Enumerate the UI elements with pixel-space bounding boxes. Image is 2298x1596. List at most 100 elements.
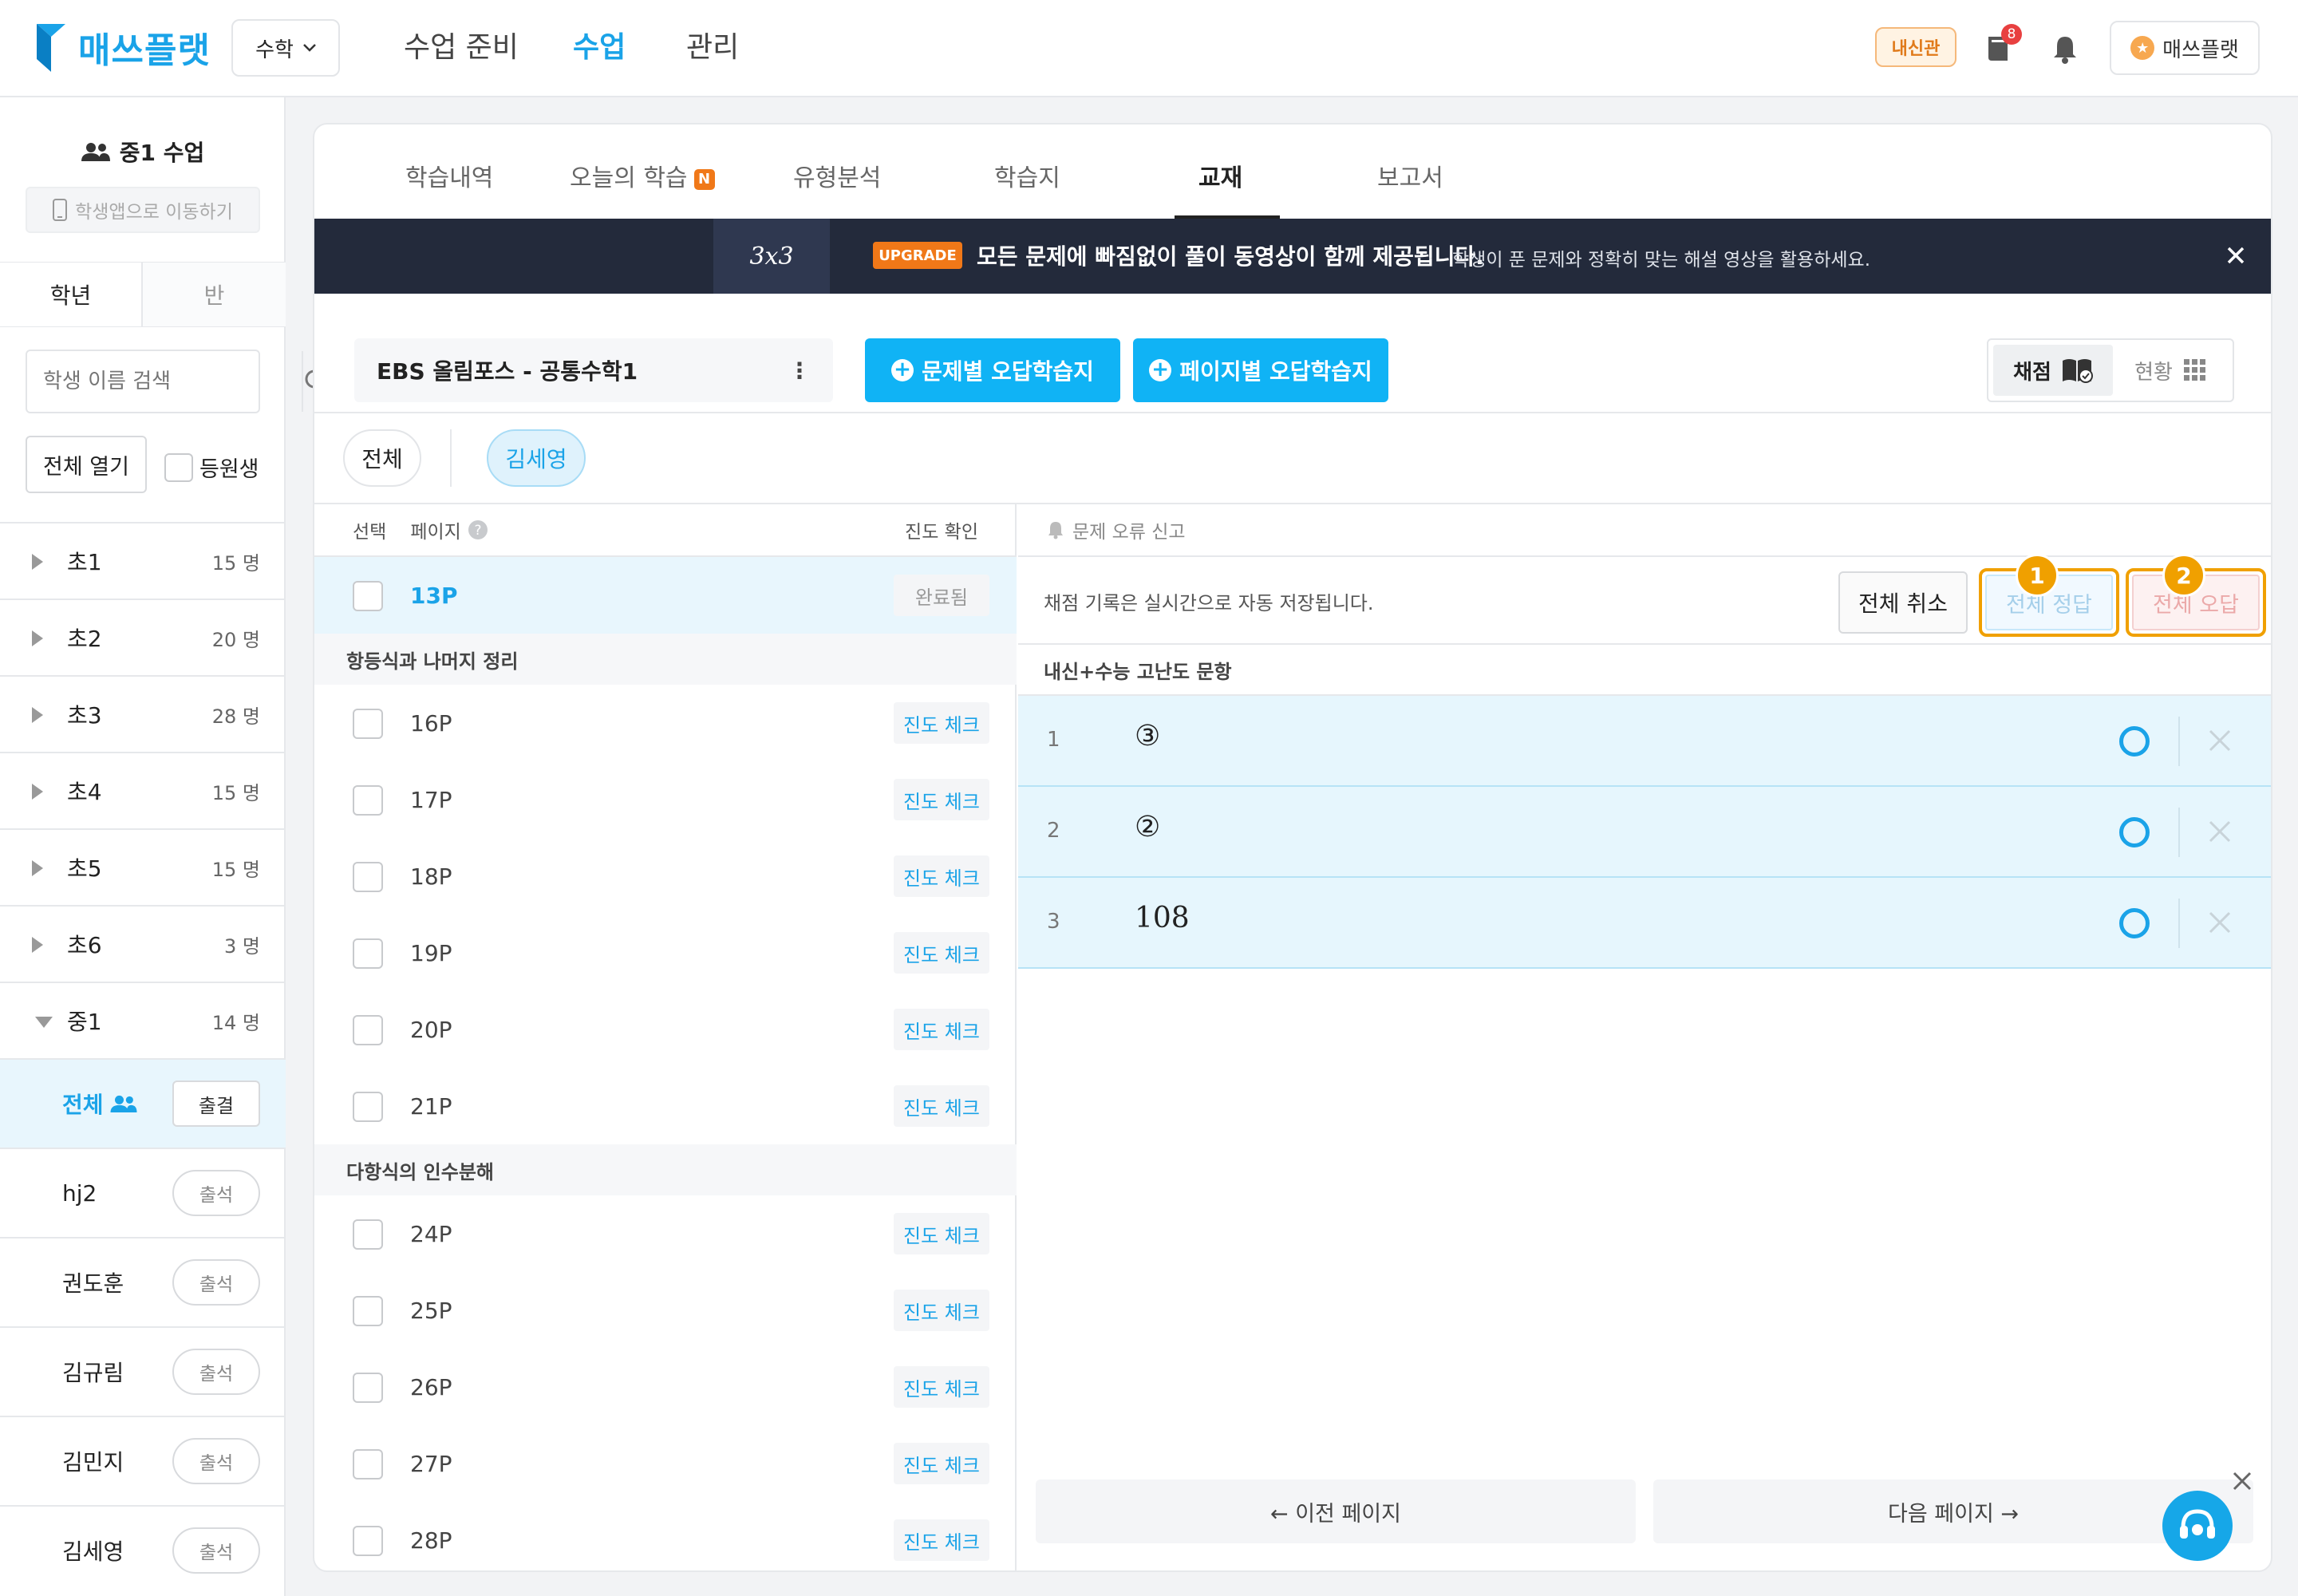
student-row[interactable]: 권도훈 출석 [0, 1237, 286, 1326]
tab-type-analysis[interactable]: 유형분석 [793, 158, 881, 193]
page-row[interactable]: 17P 진도 체크 [314, 761, 1017, 838]
question-section-header: 내신+수능 고난도 문항 [1018, 645, 2271, 696]
page-checkbox[interactable] [353, 938, 383, 969]
student-row[interactable]: 김세영 출석 [0, 1505, 286, 1594]
cancel-all-button[interactable]: 전체 취소 [1838, 571, 1968, 634]
page-row[interactable]: 28P 진도 체크 [314, 1502, 1017, 1570]
progress-check-button[interactable]: 진도 체크 [894, 932, 989, 974]
nav-class[interactable]: 수업 [573, 24, 626, 65]
page-row[interactable]: 21P 진도 체크 [314, 1068, 1017, 1144]
page-row[interactable]: 25P 진도 체크 [314, 1272, 1017, 1349]
naesin-badge[interactable]: 내신관 [1875, 27, 1956, 67]
progress-check-button[interactable]: 진도 체크 [894, 1519, 989, 1561]
prev-page-button[interactable]: ← 이전 페이지 [1036, 1479, 1636, 1543]
tab-today[interactable]: 오늘의 학습 N [570, 158, 715, 193]
page-checkbox[interactable] [353, 1449, 383, 1479]
student-row[interactable]: 김민지 출석 [0, 1416, 286, 1505]
student-search-input[interactable] [27, 351, 303, 412]
mark-wrong-icon[interactable] [2205, 726, 2234, 755]
page-row[interactable]: 18P 진도 체크 [314, 838, 1017, 915]
grade-name: 초4 [67, 779, 102, 805]
progress-check-button[interactable]: 진도 체크 [894, 1443, 989, 1484]
progress-check-button[interactable]: 진도 체크 [894, 1290, 989, 1331]
grade-row[interactable]: 초6 3 명 [0, 905, 286, 982]
close-icon[interactable] [2221, 241, 2250, 270]
page-checkbox[interactable] [353, 1296, 383, 1326]
enrolled-filter[interactable]: 등원생 [164, 452, 259, 483]
grade-row[interactable]: 초4 15 명 [0, 752, 286, 828]
student-row[interactable]: 김규림 출석 [0, 1326, 286, 1416]
logo[interactable]: 매쓰플랫 [35, 21, 211, 73]
grade-row[interactable]: 초2 20 명 [0, 598, 286, 675]
subject-select[interactable]: 수학 [231, 19, 340, 77]
nav-manage[interactable]: 관리 [686, 24, 739, 65]
progress-check-button[interactable]: 진도 체크 [894, 702, 989, 744]
student-attend-button[interactable]: 출석 [172, 1438, 260, 1484]
grade-row[interactable]: 초1 15 명 [0, 522, 286, 598]
mark-correct-button[interactable] [2119, 908, 2150, 938]
page-checkbox[interactable] [353, 1526, 383, 1556]
page-row[interactable]: 24P 진도 체크 [314, 1195, 1017, 1272]
page-row[interactable]: 19P 진도 체크 [314, 915, 1017, 991]
page-row[interactable]: 26P 진도 체크 [314, 1349, 1017, 1425]
page-checkbox[interactable] [353, 1092, 383, 1122]
grade-row-expanded[interactable]: 중1 14 명 [0, 982, 286, 1058]
kebab-menu-icon[interactable]: ⋮ [788, 358, 811, 384]
tab-textbook[interactable]: 교재 [1198, 158, 1242, 193]
tab-class[interactable]: 반 [143, 263, 286, 326]
tab-report[interactable]: 보고서 [1377, 158, 1443, 193]
mode-grading[interactable]: 채점 [1993, 345, 2113, 396]
student-attend-button[interactable]: 출석 [172, 1349, 260, 1395]
page-row[interactable]: 27P 진도 체크 [314, 1425, 1017, 1502]
textbook-select[interactable]: EBS 올림포스 - 공통수학1 ⋮ [354, 338, 833, 402]
tab-worksheet[interactable]: 학습지 [994, 158, 1060, 193]
page-checkbox[interactable] [353, 1015, 383, 1045]
grade-row[interactable]: 초5 15 명 [0, 828, 286, 905]
progress-check-button[interactable]: 진도 체크 [894, 1213, 989, 1254]
student-attend-button[interactable]: 출석 [172, 1527, 260, 1574]
filter-chip-all[interactable]: 전체 [343, 429, 421, 487]
page-checkbox[interactable] [353, 1219, 383, 1250]
student-row[interactable]: hj2 출석 [0, 1148, 286, 1237]
page-row[interactable]: 20P 진도 체크 [314, 991, 1017, 1068]
filter-chip-student[interactable]: 김세영 [487, 429, 586, 487]
step-badge-2: 2 [2162, 554, 2205, 597]
page-checkbox[interactable] [353, 581, 383, 611]
grade-row[interactable]: 초3 28 명 [0, 675, 286, 752]
open-all-button[interactable]: 전체 열기 [26, 436, 147, 493]
student-all-row[interactable]: 전체 출결 [0, 1058, 286, 1148]
progress-check-button[interactable]: 진도 체크 [894, 779, 989, 820]
help-icon[interactable]: ? [468, 519, 488, 540]
student-attend-button[interactable]: 출석 [172, 1259, 260, 1306]
page-checkbox[interactable] [353, 1373, 383, 1403]
bell-icon[interactable] [2051, 34, 2079, 64]
mode-status[interactable]: 현황 [2113, 356, 2228, 385]
student-app-button[interactable]: 학생앱으로 이동하기 [26, 187, 260, 233]
problem-wrong-worksheet-button[interactable]: + 문제별 오답학습지 [865, 338, 1120, 402]
enrolled-checkbox[interactable] [164, 452, 193, 482]
tab-grade[interactable]: 학년 [0, 263, 143, 326]
mark-wrong-icon[interactable] [2205, 817, 2234, 846]
close-icon[interactable] [2229, 1468, 2255, 1494]
progress-check-button[interactable]: 진도 체크 [894, 1009, 989, 1050]
mark-wrong-icon[interactable] [2205, 908, 2234, 937]
tab-history[interactable]: 학습내역 [405, 158, 493, 193]
attendance-button[interactable]: 출결 [172, 1080, 260, 1127]
mark-correct-button[interactable] [2119, 726, 2150, 757]
progress-check-button[interactable]: 진도 체크 [894, 855, 989, 897]
user-menu-button[interactable]: ★ 매쓰플랫 [2110, 21, 2260, 75]
question-answer: 108 [1135, 902, 1190, 934]
page-checkbox[interactable] [353, 862, 383, 892]
student-attend-button[interactable]: 출석 [172, 1170, 260, 1216]
progress-check-button[interactable]: 진도 체크 [894, 1085, 989, 1127]
page-row[interactable]: 16P 진도 체크 [314, 685, 1017, 761]
mark-correct-button[interactable] [2119, 817, 2150, 847]
report-error-link[interactable]: 문제 오류 신고 [1018, 504, 2271, 557]
progress-check-button[interactable]: 진도 체크 [894, 1366, 989, 1408]
help-chat-button[interactable] [2162, 1491, 2233, 1561]
page-wrong-worksheet-button[interactable]: + 페이지별 오답학습지 [1133, 338, 1388, 402]
nav-class-prep[interactable]: 수업 준비 [404, 24, 519, 65]
page-row-selected[interactable]: 13P 완료됨 [314, 557, 1017, 634]
page-checkbox[interactable] [353, 709, 383, 739]
page-checkbox[interactable] [353, 785, 383, 816]
